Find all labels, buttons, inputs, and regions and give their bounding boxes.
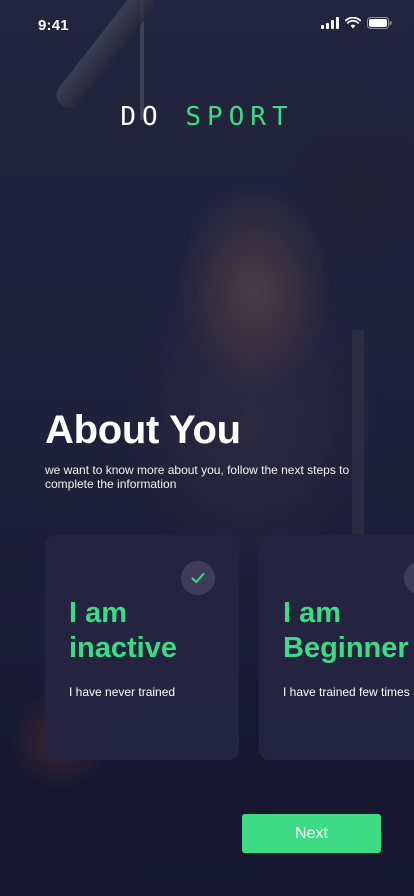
selected-badge xyxy=(181,561,215,595)
signal-icon xyxy=(321,17,339,29)
app-logo: DO SPORT xyxy=(0,102,414,132)
option-title: I am inactive xyxy=(69,596,177,666)
option-title-line2: Beginner xyxy=(283,632,409,664)
option-description: I have never trained xyxy=(69,685,176,699)
option-title-line2: inactive xyxy=(69,632,177,664)
page-title: About You xyxy=(45,408,241,452)
screen: 9:41 DO SPORT About You we want to know … xyxy=(0,0,414,896)
option-title-line1: I am xyxy=(283,597,342,629)
option-description: I have trained few times xyxy=(283,685,410,699)
status-time: 9:41 xyxy=(38,17,69,34)
page-subtitle: we want to know more about you, follow t… xyxy=(45,463,350,491)
next-button[interactable]: Next xyxy=(242,814,381,853)
option-title: I am Beginner xyxy=(283,596,409,666)
logo-word-do: DO xyxy=(120,102,164,132)
option-title-line1: I am xyxy=(69,597,128,629)
wifi-icon xyxy=(345,17,361,29)
status-bar: 9:41 xyxy=(0,0,414,44)
battery-icon xyxy=(367,17,392,29)
unselected-badge xyxy=(404,561,414,595)
option-card-inactive[interactable]: I am inactive I have never trained xyxy=(45,535,239,760)
check-icon xyxy=(191,573,205,583)
status-icons xyxy=(321,17,392,29)
logo-word-sport: SPORT xyxy=(185,102,294,132)
option-card-beginner[interactable]: I am Beginner I have trained few times xyxy=(259,535,414,760)
